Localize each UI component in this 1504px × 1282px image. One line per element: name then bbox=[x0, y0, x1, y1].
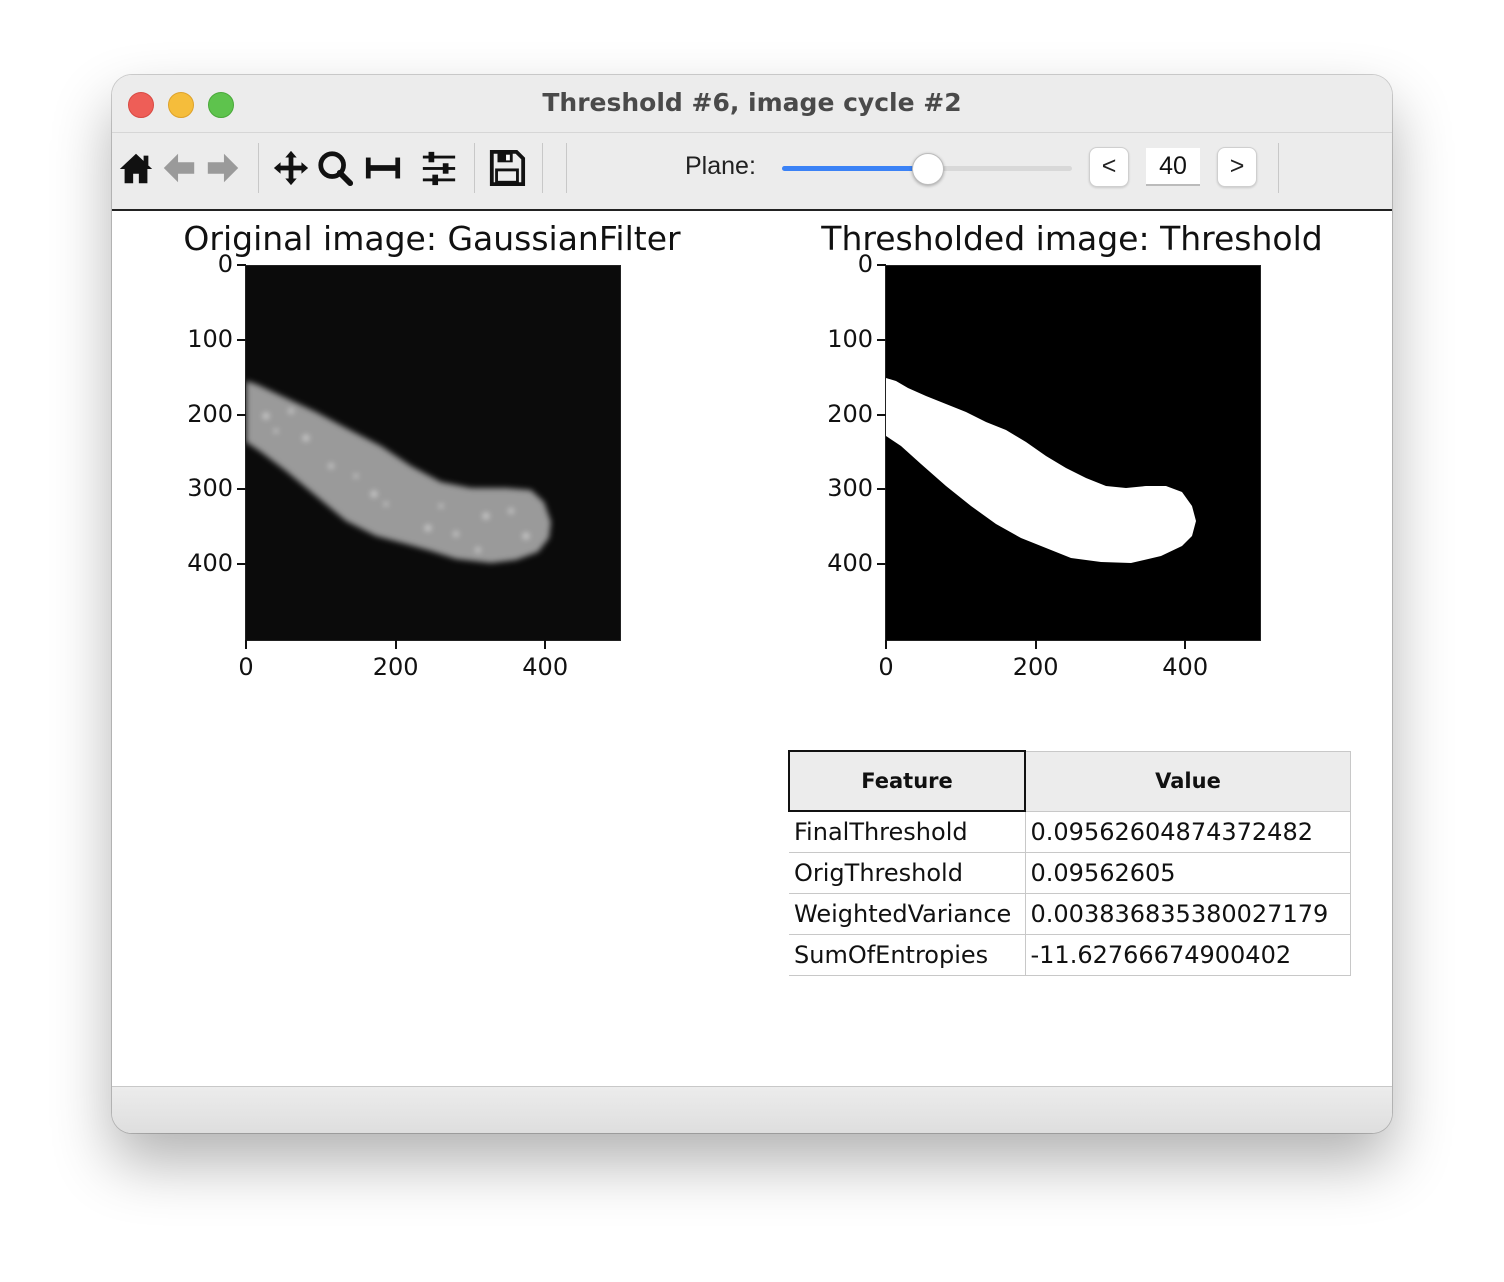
measure-icon[interactable] bbox=[364, 149, 402, 187]
thresholded-image bbox=[885, 265, 1261, 641]
forward-arrow-icon[interactable] bbox=[204, 149, 242, 187]
title-bar: Threshold #6, image cycle #2 bbox=[112, 75, 1392, 133]
y-tick-label: 0 bbox=[217, 250, 233, 278]
feature-value-cell: 0.09562605 bbox=[1024, 852, 1351, 894]
toolbar-separator bbox=[1278, 143, 1279, 193]
y-tick-mark bbox=[877, 413, 886, 416]
value-column-header[interactable]: Value bbox=[1024, 750, 1351, 812]
toolbar-separator bbox=[258, 143, 259, 193]
feature-column-header[interactable]: Feature bbox=[788, 750, 1026, 812]
x-tick-label: 400 bbox=[522, 653, 569, 681]
window-title: Threshold #6, image cycle #2 bbox=[542, 88, 962, 117]
x-tick-label: 0 bbox=[878, 653, 894, 681]
feature-name-cell: OrigThreshold bbox=[789, 852, 1026, 894]
toolbar-separator bbox=[542, 143, 543, 193]
y-tick-label: 400 bbox=[187, 549, 233, 578]
previous-plane-button[interactable]: < bbox=[1089, 147, 1129, 187]
y-tick-mark bbox=[877, 488, 886, 491]
plot-title: Thresholded image: Threshold bbox=[821, 219, 1323, 258]
figure-canvas: Original image: GaussianFilter 0 100 200… bbox=[112, 211, 1392, 1086]
pan-icon[interactable] bbox=[272, 149, 310, 187]
feature-value-cell: 0.09562604874372482 bbox=[1024, 811, 1351, 853]
y-tick-label: 0 bbox=[857, 250, 873, 278]
plot-title: Original image: GaussianFilter bbox=[183, 219, 681, 258]
table-row: OrigThreshold 0.09562605 bbox=[789, 852, 1351, 894]
x-tick-label: 400 bbox=[1162, 653, 1209, 681]
zoom-icon[interactable] bbox=[316, 149, 354, 187]
y-tick-mark bbox=[237, 338, 246, 341]
slider-fill bbox=[782, 166, 927, 171]
plane-slider[interactable] bbox=[782, 153, 1072, 185]
y-tick-mark bbox=[237, 563, 246, 566]
y-tick-mark bbox=[877, 338, 886, 341]
status-bar bbox=[112, 1086, 1392, 1133]
x-tick-mark bbox=[885, 640, 887, 649]
feature-value-cell: 0.003836835380027179 bbox=[1024, 893, 1351, 935]
next-plane-button[interactable]: > bbox=[1217, 147, 1257, 187]
y-tick-mark bbox=[237, 413, 246, 416]
plane-number-input[interactable] bbox=[1146, 148, 1200, 186]
y-tick-label: 400 bbox=[827, 549, 873, 578]
y-tick-label: 100 bbox=[827, 324, 873, 353]
y-tick-label: 300 bbox=[187, 474, 233, 503]
table-row: WeightedVariance 0.003836835380027179 bbox=[789, 893, 1351, 935]
y-tick-label: 200 bbox=[827, 399, 873, 428]
threshold-window: Threshold #6, image cycle #2 Plane: < 40… bbox=[112, 75, 1392, 1133]
toolbar-separator bbox=[566, 143, 567, 193]
y-tick-label: 200 bbox=[187, 399, 233, 428]
table-row: FinalThreshold 0.09562604874372482 bbox=[789, 811, 1351, 853]
feature-name-cell: FinalThreshold bbox=[789, 811, 1026, 853]
feature-name-cell: WeightedVariance bbox=[789, 893, 1026, 935]
plot-toolbar: Plane: < > bbox=[112, 133, 1392, 211]
y-tick-mark bbox=[237, 264, 246, 266]
sliders-icon[interactable] bbox=[420, 149, 458, 187]
x-tick-label: 200 bbox=[1012, 653, 1059, 681]
original-image bbox=[245, 265, 621, 641]
y-tick-label: 300 bbox=[827, 474, 873, 503]
x-tick-label: 0 bbox=[238, 653, 254, 681]
y-tick-mark bbox=[877, 563, 886, 566]
x-tick-mark bbox=[245, 640, 247, 649]
x-tick-mark bbox=[544, 640, 547, 649]
x-tick-label: 200 bbox=[372, 653, 419, 681]
feature-value-cell: -11.62766674900402 bbox=[1024, 934, 1351, 976]
y-tick-mark bbox=[237, 488, 246, 491]
y-tick-mark bbox=[877, 264, 886, 266]
home-icon[interactable] bbox=[117, 149, 155, 187]
x-tick-mark bbox=[1034, 640, 1037, 649]
table-header-row: Feature Value bbox=[788, 750, 1351, 812]
x-tick-mark bbox=[394, 640, 397, 649]
toolbar-separator bbox=[474, 143, 475, 193]
save-icon[interactable] bbox=[488, 149, 526, 187]
slider-thumb[interactable] bbox=[912, 153, 944, 185]
x-tick-mark bbox=[1184, 640, 1187, 649]
feature-name-cell: SumOfEntropies bbox=[789, 934, 1026, 976]
plane-label: Plane: bbox=[685, 152, 756, 180]
y-tick-label: 100 bbox=[187, 324, 233, 353]
feature-table: Feature Value FinalThreshold 0.095626048… bbox=[788, 750, 1351, 976]
table-row: SumOfEntropies -11.62766674900402 bbox=[789, 934, 1351, 976]
back-arrow-icon[interactable] bbox=[160, 149, 198, 187]
